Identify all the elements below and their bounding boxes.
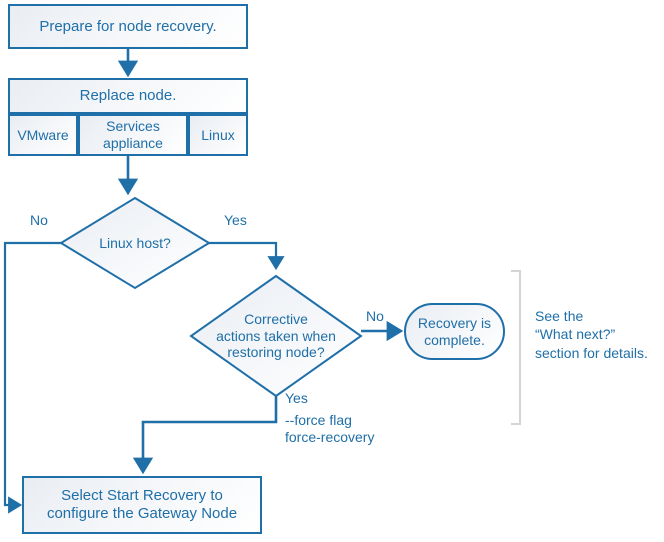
edge-linux-host-yes bbox=[208, 241, 285, 271]
decision-corrective-actions-label: Corrective actions taken when restoring … bbox=[216, 310, 336, 361]
edge-label-corrective-no: No bbox=[366, 308, 384, 324]
node-replace-label: Replace node. bbox=[79, 87, 177, 105]
node-select-start-recovery[interactable]: Select Start Recovery to configure the G… bbox=[22, 476, 262, 534]
edge-label-linux-host-yes: Yes bbox=[224, 212, 247, 228]
option-linux-label: Linux bbox=[201, 126, 235, 143]
node-option-linux[interactable]: Linux bbox=[188, 114, 248, 156]
edge-label-linux-host-no: No bbox=[30, 212, 48, 228]
node-option-vmware[interactable]: VMware bbox=[8, 114, 78, 156]
edge-corrective-yes bbox=[132, 396, 278, 475]
node-prepare-for-node-recovery[interactable]: Prepare for node recovery. bbox=[8, 4, 248, 49]
edge-label-force-flag: --force flag force-recovery bbox=[285, 412, 375, 445]
decision-linux-host[interactable]: Linux host? bbox=[59, 196, 211, 290]
node-prepare-label: Prepare for node recovery. bbox=[39, 17, 217, 35]
note-bracket bbox=[511, 270, 521, 425]
flowchart-canvas: Prepare for node recovery. Replace node.… bbox=[0, 0, 664, 542]
node-recovery-complete-label: Recovery is complete. bbox=[417, 314, 492, 348]
decision-corrective-actions[interactable]: Corrective actions taken when restoring … bbox=[189, 274, 363, 398]
edge-linux-host-no bbox=[3, 241, 62, 514]
node-recovery-complete[interactable]: Recovery is complete. bbox=[404, 303, 505, 360]
option-vmware-label: VMware bbox=[17, 126, 69, 143]
option-services-appliance-label: Services appliance bbox=[103, 118, 163, 151]
node-select-start-recovery-label: Select Start Recovery to configure the G… bbox=[46, 487, 238, 522]
edge-label-corrective-yes: Yes bbox=[285, 390, 308, 406]
node-replace-node[interactable]: Replace node. bbox=[8, 78, 248, 114]
decision-linux-host-label: Linux host? bbox=[99, 234, 171, 251]
node-option-services-appliance[interactable]: Services appliance bbox=[78, 114, 188, 156]
annotation-what-next: See the “What next?” section for details… bbox=[535, 308, 648, 361]
